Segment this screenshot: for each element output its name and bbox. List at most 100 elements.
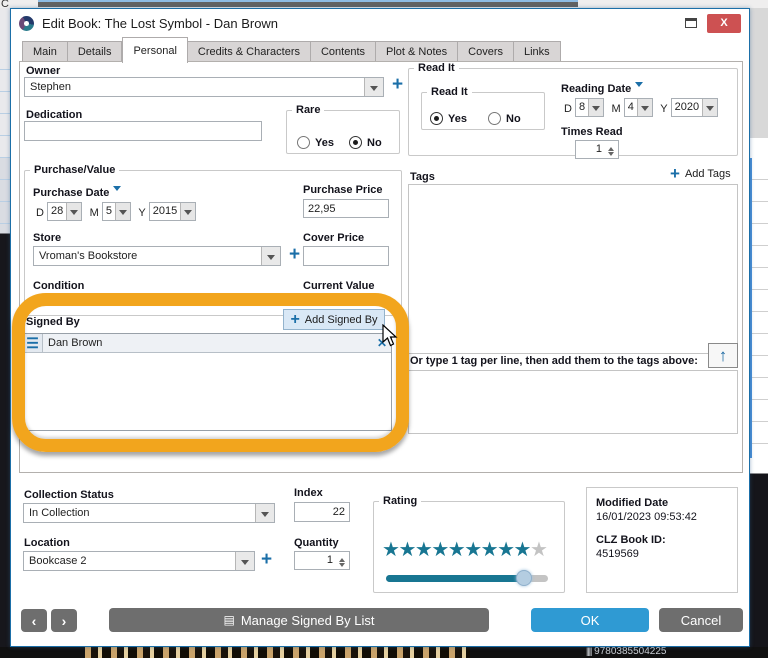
- star-icon[interactable]: ★: [481, 539, 499, 561]
- remove-icon[interactable]: ✕: [373, 336, 391, 350]
- chevron-down-icon[interactable]: [261, 247, 280, 265]
- rating-group: Rating ★★★★★★★★★★: [373, 495, 565, 593]
- tab-contents[interactable]: Contents: [310, 41, 377, 62]
- quantity-stepper[interactable]: 1: [294, 551, 350, 570]
- collection-status-combobox[interactable]: In Collection: [23, 503, 275, 523]
- star-icon[interactable]: ★: [464, 539, 482, 561]
- chevron-down-icon[interactable]: [636, 99, 652, 116]
- modified-date-label: Modified Date: [596, 497, 669, 509]
- background-book-cover: |||| 9780385504225: [0, 646, 768, 658]
- add-location-button[interactable]: +: [261, 550, 272, 569]
- date-preset-icon[interactable]: [113, 186, 122, 195]
- tab-main[interactable]: Main: [22, 41, 68, 62]
- rare-group: Rare Yes No: [286, 104, 400, 154]
- owner-combobox[interactable]: Stephen: [24, 77, 384, 97]
- titlebar[interactable]: Edit Book: The Lost Symbol - Dan Brown X: [11, 9, 749, 37]
- stepper-arrows-icon[interactable]: [606, 143, 616, 160]
- prev-book-button[interactable]: ‹: [21, 609, 47, 632]
- reading-date-row: D8 M4 Y 2020: [561, 98, 719, 117]
- star-icon[interactable]: ★: [382, 539, 400, 561]
- dedication-input[interactable]: [24, 121, 262, 141]
- reading-month-select[interactable]: 4: [623, 98, 653, 117]
- chevron-down-icon[interactable]: [180, 203, 196, 220]
- signed-by-list[interactable]: ☰ Dan Brown ✕: [22, 333, 392, 431]
- star-icon[interactable]: ★: [415, 539, 433, 561]
- tab-personal[interactable]: Personal: [122, 37, 188, 63]
- signed-by-row[interactable]: ☰ Dan Brown ✕: [23, 334, 391, 353]
- add-typed-tags-button[interactable]: ↑: [708, 343, 738, 368]
- read-it-yes-radio[interactable]: Yes: [430, 112, 467, 125]
- add-tags-button[interactable]: + Add Tags: [670, 164, 731, 183]
- chevron-down-icon[interactable]: [235, 552, 254, 570]
- rating-slider[interactable]: [386, 570, 548, 586]
- dialog-title: Edit Book: The Lost Symbol - Dan Brown: [42, 15, 279, 31]
- chevron-down-icon[interactable]: [255, 504, 274, 522]
- rare-no-radio[interactable]: No: [349, 136, 382, 149]
- tags-hint: Or type 1 tag per line, then add them to…: [410, 355, 698, 367]
- times-read-stepper[interactable]: 1: [575, 140, 619, 159]
- clz-app-icon: [19, 15, 34, 31]
- star-icon[interactable]: ★: [497, 539, 515, 561]
- tab-details[interactable]: Details: [67, 41, 123, 62]
- star-icon[interactable]: ★: [514, 539, 532, 561]
- background-window-edge: [38, 0, 578, 7]
- add-owner-button[interactable]: +: [392, 75, 403, 94]
- store-combobox[interactable]: Vroman's Bookstore: [33, 246, 281, 266]
- date-preset-icon[interactable]: [635, 82, 644, 91]
- dedication-label: Dedication: [26, 109, 83, 121]
- read-it-no-radio[interactable]: No: [488, 112, 521, 125]
- chevron-down-icon[interactable]: [114, 203, 130, 220]
- add-store-button[interactable]: +: [289, 245, 300, 264]
- add-signed-by-button[interactable]: + Add Signed By: [283, 309, 385, 330]
- index-input[interactable]: [294, 502, 350, 522]
- rating-stars[interactable]: ★★★★★★★★★★: [382, 537, 558, 562]
- collection-status-label: Collection Status: [24, 489, 114, 501]
- cover-price-input[interactable]: [303, 246, 389, 266]
- star-icon[interactable]: ★: [530, 539, 548, 561]
- maximize-button[interactable]: [685, 18, 697, 28]
- background-left-strip: [0, 8, 10, 658]
- slider-handle[interactable]: [515, 570, 532, 586]
- chevron-down-icon[interactable]: [702, 99, 718, 116]
- arrow-up-icon: ↑: [718, 345, 728, 365]
- purchase-value-group: Purchase/Value Purchase Date D 28 M5 Y 201…: [24, 164, 402, 316]
- chevron-down-icon[interactable]: [364, 78, 383, 96]
- next-book-button[interactable]: ›: [51, 609, 77, 632]
- location-combobox[interactable]: Bookcase 2: [23, 551, 255, 571]
- chevron-down-icon[interactable]: [66, 203, 82, 220]
- drag-handle-icon[interactable]: ☰: [23, 334, 43, 352]
- rare-yes-radio[interactable]: Yes: [297, 136, 334, 149]
- reading-day-select[interactable]: 8: [574, 98, 605, 117]
- modified-date-value: 16/01/2023 09:53:42: [596, 511, 697, 523]
- reading-year-select[interactable]: 2020: [670, 98, 719, 117]
- cancel-button[interactable]: Cancel: [659, 608, 743, 632]
- store-label: Store: [33, 232, 62, 244]
- stepper-arrows-icon[interactable]: [337, 554, 347, 571]
- chevron-left-icon: ‹: [31, 612, 37, 629]
- tab-credits-characters[interactable]: Credits & Characters: [187, 41, 311, 62]
- tab-links[interactable]: Links: [514, 41, 561, 62]
- manage-signed-by-button[interactable]: ▤ Manage Signed By List: [109, 608, 489, 632]
- tags-box[interactable]: [408, 184, 738, 354]
- plus-icon: +: [670, 164, 680, 183]
- tab-plot-notes[interactable]: Plot & Notes: [376, 41, 459, 62]
- tags-textarea[interactable]: [408, 370, 738, 434]
- purchase-price-input[interactable]: [303, 199, 389, 218]
- purchase-month-select[interactable]: 5: [101, 202, 131, 221]
- personal-tab-page: Owner Stephen + Dedication Rare Yes No P…: [19, 61, 743, 473]
- star-icon[interactable]: ★: [398, 539, 416, 561]
- current-value-label: Current Value: [303, 280, 375, 292]
- times-read-label: Times Read: [561, 126, 623, 138]
- star-icon[interactable]: ★: [431, 539, 449, 561]
- ok-button[interactable]: OK: [531, 608, 649, 632]
- purchase-day-select[interactable]: 28: [46, 202, 83, 221]
- tab-covers[interactable]: Covers: [458, 41, 514, 62]
- barcode-icon: ||||: [586, 646, 592, 656]
- clz-id-value: 4519569: [596, 548, 639, 560]
- star-icon[interactable]: ★: [448, 539, 466, 561]
- chevron-down-icon[interactable]: [588, 99, 604, 116]
- purchase-year-select[interactable]: 2015: [148, 202, 197, 221]
- cover-price-label: Cover Price: [303, 232, 365, 244]
- book-cover-art: [85, 647, 470, 658]
- close-button[interactable]: X: [707, 13, 741, 33]
